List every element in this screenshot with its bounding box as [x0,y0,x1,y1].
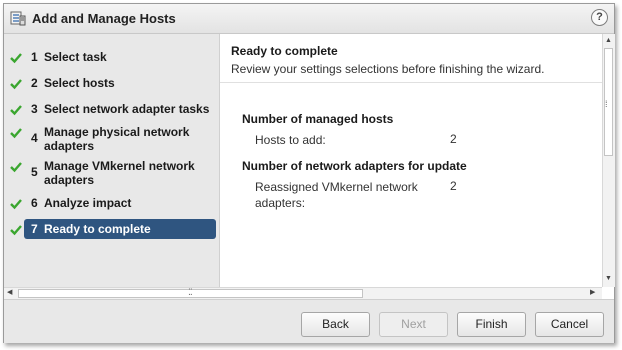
scroll-right-arrow-icon[interactable]: ▶ [590,289,595,297]
check-icon [10,199,22,210]
horizontal-scrollbar[interactable]: ◀ ⁚⁚ ▶ [4,287,602,299]
check-icon [10,53,22,64]
dialog-title: Add and Manage Hosts [32,11,176,26]
content-title: Ready to complete [231,44,338,58]
hosts-wizard-icon [10,11,26,26]
wizard-steps: 1 Select task 2 Select hosts 3 Select ne… [4,34,220,287]
cancel-button[interactable]: Cancel [535,312,604,337]
check-icon [10,105,22,116]
step-number: 5 [31,165,38,179]
step-label: Manage physical network adapters [44,125,190,153]
content-header: Ready to complete Review your settings s… [220,34,602,83]
step-number: 4 [31,131,38,145]
vertical-scrollbar[interactable]: ▲ ⁞ ▼ [602,34,615,287]
content-subtitle: Review your settings selections before f… [231,62,545,76]
hosts-to-add-label: Hosts to add: [255,133,326,147]
add-manage-hosts-dialog: Add and Manage Hosts ? 1 Select task 2 S… [3,3,615,343]
scroll-down-arrow-icon[interactable]: ▼ [605,275,612,283]
help-icon[interactable]: ? [591,9,608,26]
step-number: 3 [31,102,38,116]
dialog-footer: Back Next Finish Cancel [4,299,614,343]
title-bar: Add and Manage Hosts ? [4,4,614,34]
check-icon [10,162,22,173]
content-pane: Ready to complete Review your settings s… [220,34,602,287]
step-label: Analyze impact [44,196,132,210]
finish-button[interactable]: Finish [457,312,526,337]
resize-grip-icon[interactable]: ⁚⁚ [188,288,193,297]
check-icon [10,225,22,236]
step-label: Manage VMkernel network adapters [44,159,195,187]
check-icon [10,128,22,139]
step-label: Select network adapter tasks [44,102,210,116]
next-button[interactable]: Next [379,312,448,337]
reassigned-vmkernel-value: 2 [450,179,457,193]
section-title-managed-hosts: Number of managed hosts [242,112,394,126]
section-title-network-adapters: Number of network adapters for update [242,159,467,173]
step-label: Select task [44,50,107,64]
step-number: 2 [31,76,38,90]
back-button[interactable]: Back [301,312,370,337]
hosts-to-add-value: 2 [450,132,457,146]
check-icon [10,79,22,90]
step-number: 7 [31,222,38,236]
resize-grip-icon[interactable]: ⁞ [605,100,607,109]
scroll-left-arrow-icon[interactable]: ◀ [7,289,12,297]
step-number: 6 [31,196,38,210]
step-label: Select hosts [44,76,115,90]
scroll-up-arrow-icon[interactable]: ▲ [605,37,612,45]
reassigned-vmkernel-label: Reassigned VMkernel network adapters: [255,180,418,210]
step-number: 1 [31,50,38,64]
step-label: Ready to complete [44,222,151,236]
